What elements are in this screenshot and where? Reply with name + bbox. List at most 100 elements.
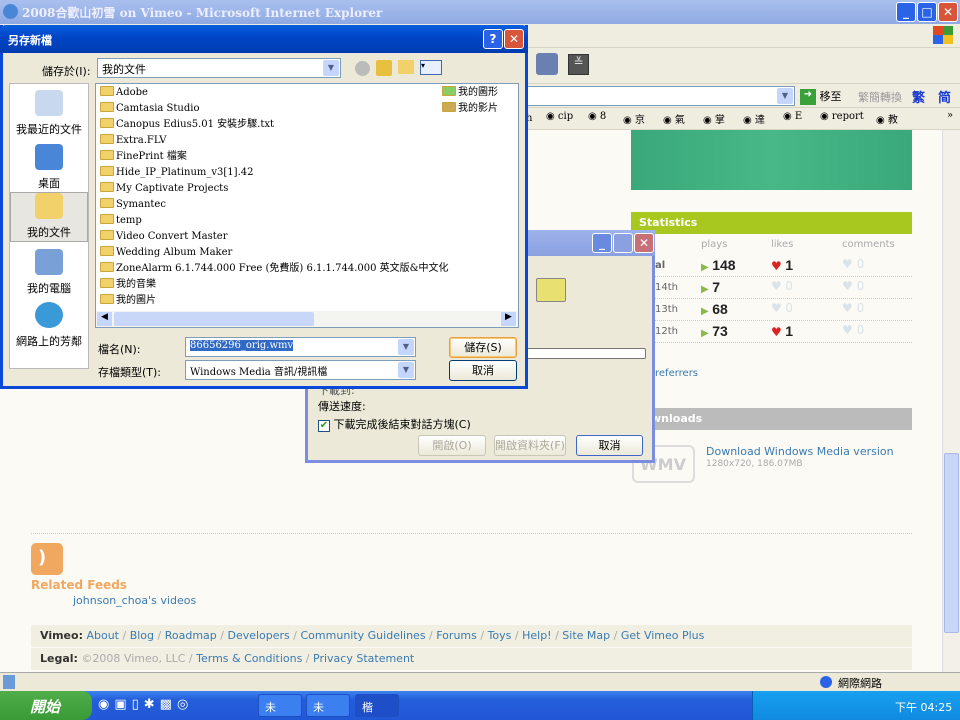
chevron-down-icon[interactable]: ▼	[777, 88, 793, 104]
row-label: al	[655, 260, 666, 271]
link-item[interactable]: ◉ cip	[546, 111, 573, 122]
file-item[interactable]: 我的音樂	[100, 277, 156, 293]
footer-link[interactable]: Terms & Conditions	[196, 652, 302, 665]
rss-icon[interactable]: )	[31, 543, 63, 575]
scroll-left-button[interactable]: ◀	[97, 312, 112, 326]
chevron-down-icon[interactable]: ▼	[398, 362, 414, 378]
cancel-button[interactable]: 取消	[449, 360, 517, 381]
research-icon[interactable]	[536, 53, 558, 75]
file-item[interactable]: Wedding Album Maker	[100, 245, 232, 261]
footer-link[interactable]: Get Vimeo Plus	[621, 629, 705, 642]
feed-link[interactable]: johnson_choa's videos	[73, 594, 196, 607]
footer-link[interactable]: Site Map	[562, 629, 610, 642]
go-button[interactable]: ➜ 移至	[800, 88, 842, 106]
help-button[interactable]: ?	[483, 29, 503, 49]
file-item[interactable]: ZoneAlarm 6.1.744.000 Free (免費版) 6.1.1.7…	[100, 261, 449, 277]
link-item[interactable]: ◉ 教	[876, 111, 898, 126]
link-item[interactable]: ◉ 掌	[703, 111, 725, 126]
links-more-button[interactable]: »	[947, 110, 953, 121]
taskbar-item[interactable]: 楷	[355, 694, 399, 717]
file-item[interactable]: Symantec	[100, 197, 166, 213]
download-toolbar-icon[interactable]: ≚	[568, 54, 589, 75]
scroll-thumb[interactable]	[944, 453, 959, 633]
horizontal-scrollbar[interactable]: ◀ ▶	[96, 311, 518, 327]
save-in-combo[interactable]: 我的文件 ▼	[97, 58, 341, 78]
speed-label: 傳送速度:	[318, 400, 366, 413]
close-button[interactable]: ✕	[938, 2, 958, 22]
place-desktop[interactable]: 桌面	[10, 144, 88, 191]
vertical-scrollbar[interactable]	[942, 130, 960, 672]
footer-link[interactable]: About	[86, 629, 119, 642]
traditional-button[interactable]: 繁	[912, 87, 925, 106]
scroll-right-button[interactable]: ▶	[501, 312, 516, 326]
close-when-done-checkbox[interactable]: ✔ 下載完成後結束對話方塊(C)	[318, 416, 471, 432]
new-folder-icon[interactable]	[398, 60, 414, 74]
footer-link[interactable]: Blog	[130, 629, 154, 642]
file-item[interactable]: 我的圖形	[442, 85, 498, 101]
link-item[interactable]: ◉ 8	[588, 111, 606, 122]
start-button[interactable]: 開始	[0, 691, 92, 720]
chevron-down-icon[interactable]: ▼	[323, 60, 339, 76]
divider	[31, 533, 912, 534]
taskbar-item[interactable]: 未	[258, 694, 302, 717]
link-item[interactable]: ◉ report	[820, 111, 864, 122]
maximize-button[interactable]: □	[917, 2, 937, 22]
place-recent[interactable]: 我最近的文件	[10, 90, 88, 137]
footer-link[interactable]: Privacy Statement	[313, 652, 414, 665]
simplified-button[interactable]: 简	[938, 87, 951, 106]
windows-logo-icon	[933, 26, 953, 44]
close-button[interactable]: ✕	[504, 29, 524, 49]
close-button[interactable]: ✕	[634, 233, 654, 253]
up-folder-icon[interactable]	[376, 60, 392, 76]
link-item[interactable]: ◉ E	[783, 111, 802, 122]
footer-link[interactable]: Developers	[227, 629, 289, 642]
file-item[interactable]: Hide_IP_Platinum_v3[1].42	[100, 165, 253, 181]
window-title: 2008合歡山初雪 on Vimeo - Microsoft Internet …	[0, 0, 960, 24]
chevron-down-icon[interactable]: ▼	[398, 339, 414, 355]
open-folder-button[interactable]: 開啟資料夾(F)	[494, 435, 566, 456]
footer-link[interactable]: Roadmap	[165, 629, 217, 642]
file-item[interactable]: Adobe	[100, 85, 148, 101]
minimize-button[interactable]: _	[896, 2, 916, 22]
place-documents[interactable]: 我的文件	[10, 192, 88, 242]
download-wmv-link[interactable]: Download Windows Media version	[706, 445, 894, 458]
footer-link[interactable]: Help!	[522, 629, 552, 642]
address-input[interactable]: ▼	[525, 86, 795, 106]
view-menu-icon[interactable]: ▾	[420, 60, 442, 75]
footer-link[interactable]: Forums	[436, 629, 477, 642]
place-computer[interactable]: 我的電腦	[10, 249, 88, 296]
file-item[interactable]: Video Convert Master	[100, 229, 227, 245]
link-item[interactable]: ◉ 氣	[663, 111, 685, 126]
maximize-button[interactable]	[613, 233, 633, 253]
scroll-thumb[interactable]	[114, 312, 314, 326]
file-item[interactable]: My Captivate Projects	[100, 181, 228, 197]
quick-launch[interactable]: ◉▣▯✱▩◎	[98, 697, 193, 712]
stats-row: 13th ▶ 68 ♥ 0 ♥ 0	[631, 299, 912, 321]
file-item[interactable]: 我的圖片	[100, 293, 156, 309]
file-list[interactable]: 我的圖形 我的影片 ◀ ▶ Adobe Camtasia Studio Canopu…	[95, 83, 519, 328]
minimize-button[interactable]: _	[592, 233, 612, 253]
file-item[interactable]: Camtasia Studio	[100, 101, 199, 117]
filename-input[interactable]: 86656296_orig.wmv ▼	[185, 337, 416, 357]
link-item[interactable]: ◉ 京	[623, 111, 645, 126]
file-item[interactable]: Canopus Edius5.01 安裝步驟.txt	[100, 117, 274, 133]
heart-icon: ♥	[771, 279, 782, 293]
place-network[interactable]: 網路上的芳鄰	[10, 302, 88, 349]
filetype-select[interactable]: Windows Media 音訊/視訊檔 ▼	[185, 360, 416, 380]
folder-icon	[100, 214, 114, 224]
footer-link[interactable]: Community Guidelines	[301, 629, 426, 642]
file-item[interactable]: Extra.FLV	[100, 133, 167, 149]
download-cancel-button[interactable]: 取消	[576, 435, 643, 456]
page-icon	[3, 675, 15, 689]
footer-link[interactable]: Toys	[488, 629, 512, 642]
taskbar-item[interactable]: 未	[306, 694, 350, 717]
file-item[interactable]: 我的影片	[442, 101, 498, 117]
back-icon[interactable]	[355, 61, 370, 76]
file-item[interactable]: FinePrint 檔案	[100, 149, 187, 165]
referrers-link[interactable]: referrers	[655, 368, 698, 379]
save-button[interactable]: 儲存(S)	[449, 337, 517, 358]
open-button[interactable]: 開啟(O)	[418, 435, 486, 456]
play-icon: ▶	[701, 328, 709, 339]
link-item[interactable]: ◉ 達	[743, 111, 765, 126]
file-item[interactable]: temp	[100, 213, 142, 229]
